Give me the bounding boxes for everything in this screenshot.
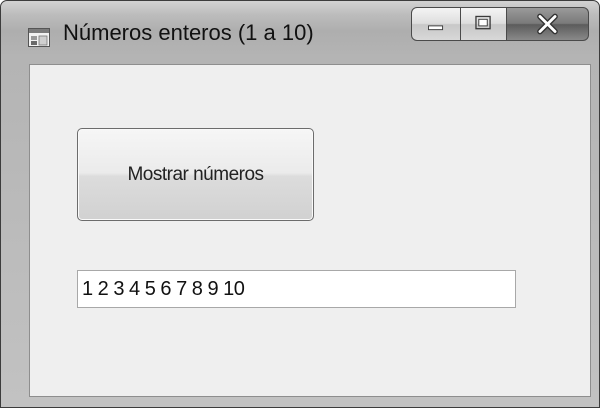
app-window: Números enteros (1 a 10) Mostrar números… bbox=[0, 0, 600, 408]
maximize-icon bbox=[475, 15, 491, 30]
maximize-button[interactable] bbox=[461, 7, 507, 41]
caption-buttons bbox=[411, 7, 589, 41]
close-button[interactable] bbox=[507, 7, 589, 41]
minimize-button[interactable] bbox=[411, 7, 461, 41]
close-icon bbox=[537, 13, 558, 35]
numbers-output-field[interactable] bbox=[77, 270, 516, 308]
show-numbers-button[interactable]: Mostrar números bbox=[77, 128, 314, 221]
form-client-area: Mostrar números bbox=[29, 64, 591, 397]
app-window-icon[interactable] bbox=[28, 28, 50, 47]
window-title: Números enteros (1 a 10) bbox=[63, 20, 314, 45]
title-bar[interactable]: Números enteros (1 a 10) bbox=[1, 1, 599, 63]
minimize-icon bbox=[428, 25, 444, 31]
